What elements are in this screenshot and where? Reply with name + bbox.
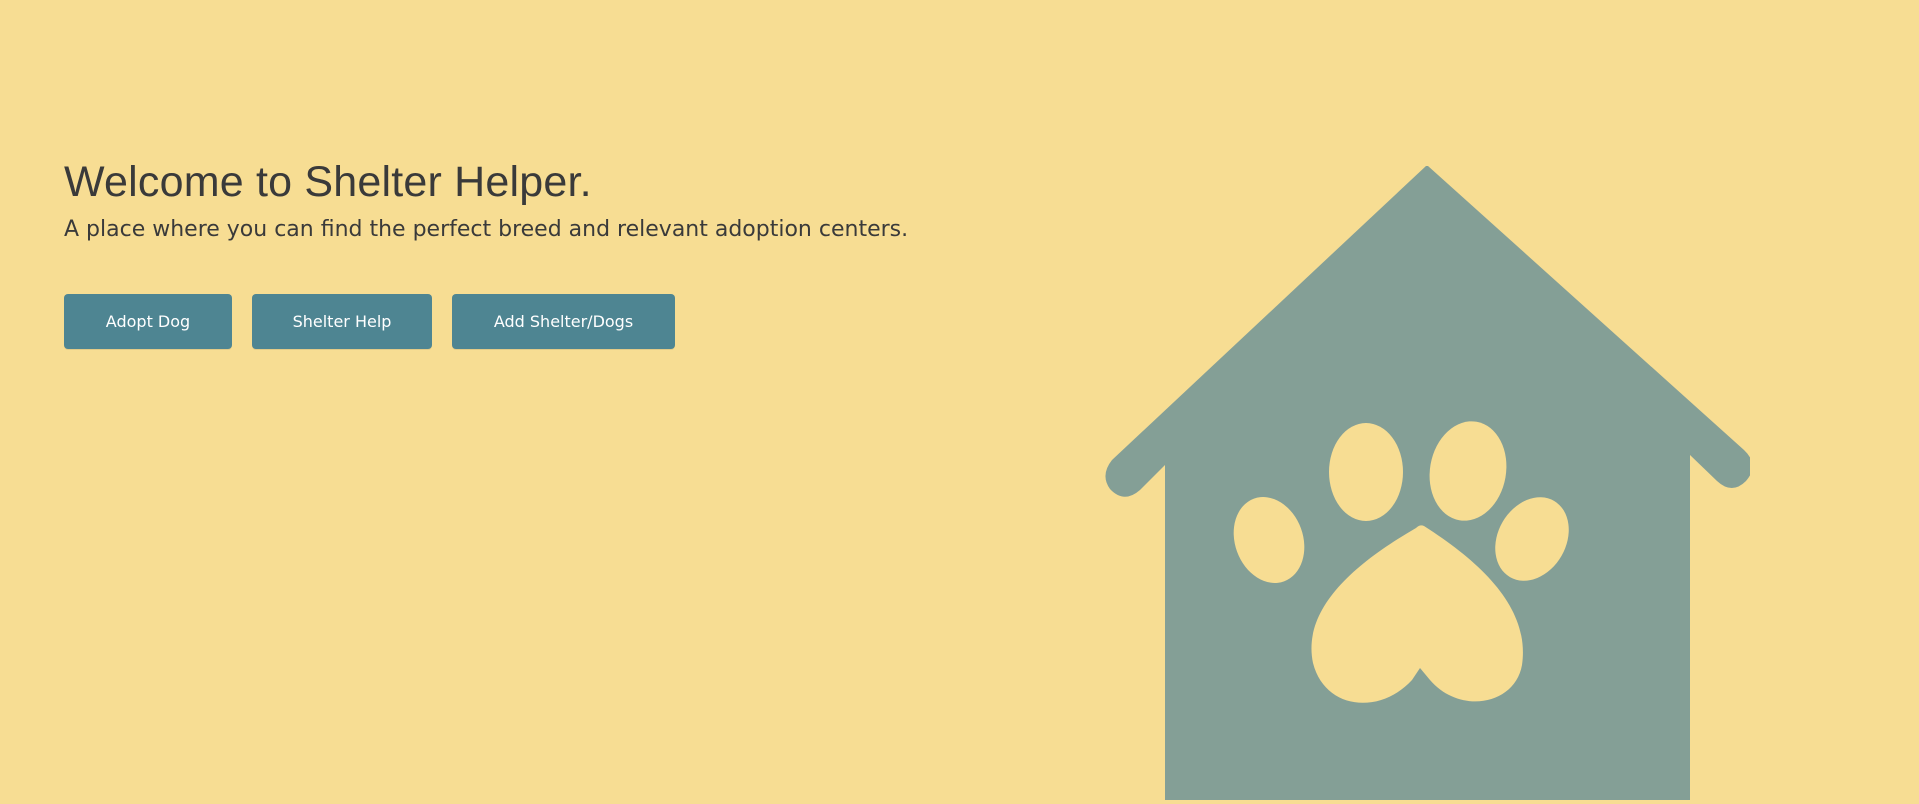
dog-house-illustration xyxy=(1100,160,1753,800)
page-title: Welcome to Shelter Helper. xyxy=(64,158,592,206)
adopt-dog-button[interactable]: Adopt Dog xyxy=(64,294,232,349)
add-shelter-dogs-button[interactable]: Add Shelter/Dogs xyxy=(452,294,675,349)
page-subtitle: A place where you can find the perfect b… xyxy=(64,217,909,242)
dog-house-paw-icon xyxy=(1105,166,1753,800)
shelter-help-button[interactable]: Shelter Help xyxy=(252,294,432,349)
action-buttons: Adopt Dog Shelter Help Add Shelter/Dogs xyxy=(64,294,1024,349)
hero-section: Welcome to Shelter Helper. A place where… xyxy=(64,150,1024,349)
